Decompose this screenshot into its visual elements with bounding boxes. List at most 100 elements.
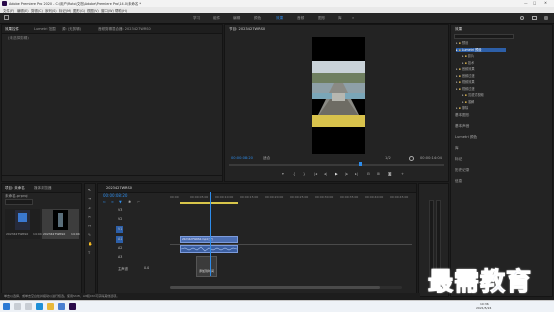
- project-item[interactable]: 2023427WRS0 14:04: [42, 209, 80, 239]
- effects-tree-item[interactable]: ▸ ▪ 预设: [456, 41, 468, 45]
- minimize-button[interactable]: —: [524, 1, 528, 5]
- effects-tree-item[interactable]: ▸ ▪ 影片: [462, 54, 474, 58]
- track-a2[interactable]: A2: [118, 246, 122, 250]
- go-to-in-icon[interactable]: |◂: [314, 172, 317, 176]
- close-button[interactable]: ✕: [544, 1, 547, 5]
- track-a1[interactable]: A1: [118, 237, 122, 241]
- effects-tree-label: 音频过渡: [461, 73, 475, 78]
- notification-icon[interactable]: [544, 16, 548, 20]
- workspace-effects[interactable]: 效果: [276, 16, 283, 21]
- maximize-button[interactable]: □: [533, 1, 536, 5]
- home-icon[interactable]: [4, 15, 9, 20]
- workspace-editing[interactable]: 编辑: [233, 16, 240, 21]
- track-v2[interactable]: V2: [118, 217, 122, 221]
- section-lumetri-color[interactable]: Lumetri 颜色: [455, 135, 477, 139]
- master-value[interactable]: 0.0: [144, 266, 149, 270]
- slip-tool-icon[interactable]: ↔: [88, 224, 91, 228]
- effects-tree-item[interactable]: ▸ ▪ 视频过渡: [456, 87, 475, 91]
- explorer-icon[interactable]: [47, 303, 54, 310]
- taskview-icon[interactable]: [25, 303, 32, 310]
- snap-icon[interactable]: ⊂: [103, 200, 106, 204]
- fit-dropdown[interactable]: 适合: [263, 156, 270, 160]
- timeline-settings-icon[interactable]: ✱: [128, 200, 131, 204]
- timeline-tabbar: 2023427WRS0: [98, 184, 416, 193]
- workspace-learn[interactable]: 学习: [193, 16, 200, 21]
- track-v3[interactable]: V3: [118, 208, 122, 212]
- start-icon[interactable]: [3, 303, 10, 310]
- section-libraries[interactable]: 库: [455, 146, 459, 150]
- linked-selection-icon[interactable]: ∞: [111, 200, 114, 204]
- tab-sequence[interactable]: 2023427WRS0: [106, 186, 132, 190]
- settings-icon[interactable]: [409, 156, 414, 161]
- go-to-out-icon[interactable]: ▸|: [355, 172, 358, 176]
- export-frame-icon[interactable]: ◙: [388, 172, 392, 176]
- share-icon[interactable]: [532, 16, 537, 20]
- work-area-bar[interactable]: [180, 202, 238, 204]
- effects-search-input[interactable]: [454, 34, 514, 39]
- section-info[interactable]: 信息: [455, 179, 462, 183]
- project-item[interactable]: 2023427WRS0 14:04: [5, 209, 42, 239]
- effects-tree-item[interactable]: ▸ ▪ 溶解: [462, 100, 474, 104]
- premiere-taskbar-icon[interactable]: [69, 303, 76, 310]
- track-a3[interactable]: A3: [118, 255, 122, 259]
- section-history[interactable]: 历史记录: [455, 168, 469, 172]
- workspace-more[interactable]: »: [352, 16, 354, 20]
- timeline-playhead[interactable]: [210, 192, 211, 276]
- type-tool-icon[interactable]: T: [88, 251, 90, 255]
- tab-media-browser[interactable]: 媒体浏览器: [34, 186, 52, 191]
- selection-tool-icon[interactable]: ↖: [88, 188, 91, 192]
- program-playhead[interactable]: [359, 162, 362, 166]
- add-marker-icon[interactable]: ▾: [282, 172, 284, 176]
- razor-tool-icon[interactable]: ✂: [88, 215, 91, 219]
- mark-in-icon[interactable]: {: [293, 172, 295, 176]
- timeline-ruler[interactable]: 00:00 00:00:05:00 00:00:10:00 00:00:15:0…: [170, 193, 414, 205]
- timeline-timecode[interactable]: 00:00:08:20: [103, 194, 127, 198]
- step-forward-icon[interactable]: |▸: [345, 172, 348, 176]
- track-select-tool-icon[interactable]: ⇥: [88, 197, 91, 201]
- effects-tree-item[interactable]: ▸ ▪ 视频效果: [456, 80, 475, 84]
- edge-icon[interactable]: [36, 303, 43, 310]
- workspace-graphics[interactable]: 图形: [318, 16, 325, 21]
- button-editor-icon[interactable]: +: [401, 172, 404, 176]
- workspace-color[interactable]: 颜色: [254, 16, 261, 21]
- extract-icon[interactable]: ⊞: [377, 172, 380, 176]
- search-icon[interactable]: [520, 16, 524, 20]
- workspace-libraries[interactable]: 库: [338, 16, 342, 21]
- mark-out-icon[interactable]: }: [303, 172, 305, 176]
- effects-tree-item[interactable]: ▸ ▪ 擦除: [456, 106, 468, 110]
- lift-icon[interactable]: ⊟: [367, 172, 370, 176]
- play-icon[interactable]: ▶: [335, 172, 338, 176]
- store-icon[interactable]: [58, 303, 65, 310]
- pen-tool-icon[interactable]: ✎: [88, 233, 91, 237]
- search-taskbar-icon[interactable]: [14, 303, 21, 310]
- track-v1[interactable]: V1: [118, 227, 122, 231]
- effects-title: 效果: [455, 27, 463, 31]
- effects-tree-item[interactable]: ▸ ▪ 沉浸式视频: [462, 93, 484, 97]
- tab-source[interactable]: 源: (无剪辑): [62, 27, 81, 32]
- program-timecode-current[interactable]: 00:00:08:20: [231, 156, 253, 160]
- project-search-input[interactable]: [5, 199, 33, 205]
- tab-effect-controls[interactable]: 效果控件: [5, 27, 19, 32]
- captions-icon[interactable]: ⌐: [137, 200, 140, 204]
- effects-tree-item[interactable]: ▸ ▪ 技术: [462, 61, 474, 65]
- workspace-assembly[interactable]: 组件: [213, 16, 220, 21]
- hand-tool-icon[interactable]: ✋: [88, 242, 92, 246]
- section-markers[interactable]: 标记: [455, 157, 462, 161]
- audio-clip[interactable]: [180, 245, 238, 253]
- effects-tree-item[interactable]: ▸ ▪ 音频过渡: [456, 74, 475, 78]
- tab-lumetri-scopes[interactable]: Lumetri 范围: [34, 27, 56, 32]
- tab-audio-mixer[interactable]: 音频剪辑混合器: 2023427WRS0: [98, 27, 151, 32]
- tab-project[interactable]: 项目: 未命名: [5, 186, 25, 191]
- workspace-audio[interactable]: 音频: [297, 16, 304, 21]
- timeline-horizontal-scrollbar[interactable]: [170, 286, 402, 289]
- quality-dropdown[interactable]: 1/2: [385, 156, 391, 160]
- section-essential-sound[interactable]: 基本声音: [455, 124, 469, 128]
- add-marker-timeline-icon[interactable]: ▼: [119, 200, 122, 204]
- step-back-icon[interactable]: ◂|: [324, 172, 327, 176]
- video-clip[interactable]: 2023427WRS0.mp4 [V]: [180, 236, 238, 243]
- program-scrubber[interactable]: [229, 164, 444, 166]
- section-essential-graphics[interactable]: 基本图形: [455, 113, 469, 117]
- effects-tree-item[interactable]: ▸ ▪ 音频效果: [456, 67, 475, 71]
- ripple-edit-tool-icon[interactable]: ⟛: [88, 206, 91, 210]
- effects-tree-item[interactable]: ▸ ▪ Lumetri 预设: [456, 47, 506, 52]
